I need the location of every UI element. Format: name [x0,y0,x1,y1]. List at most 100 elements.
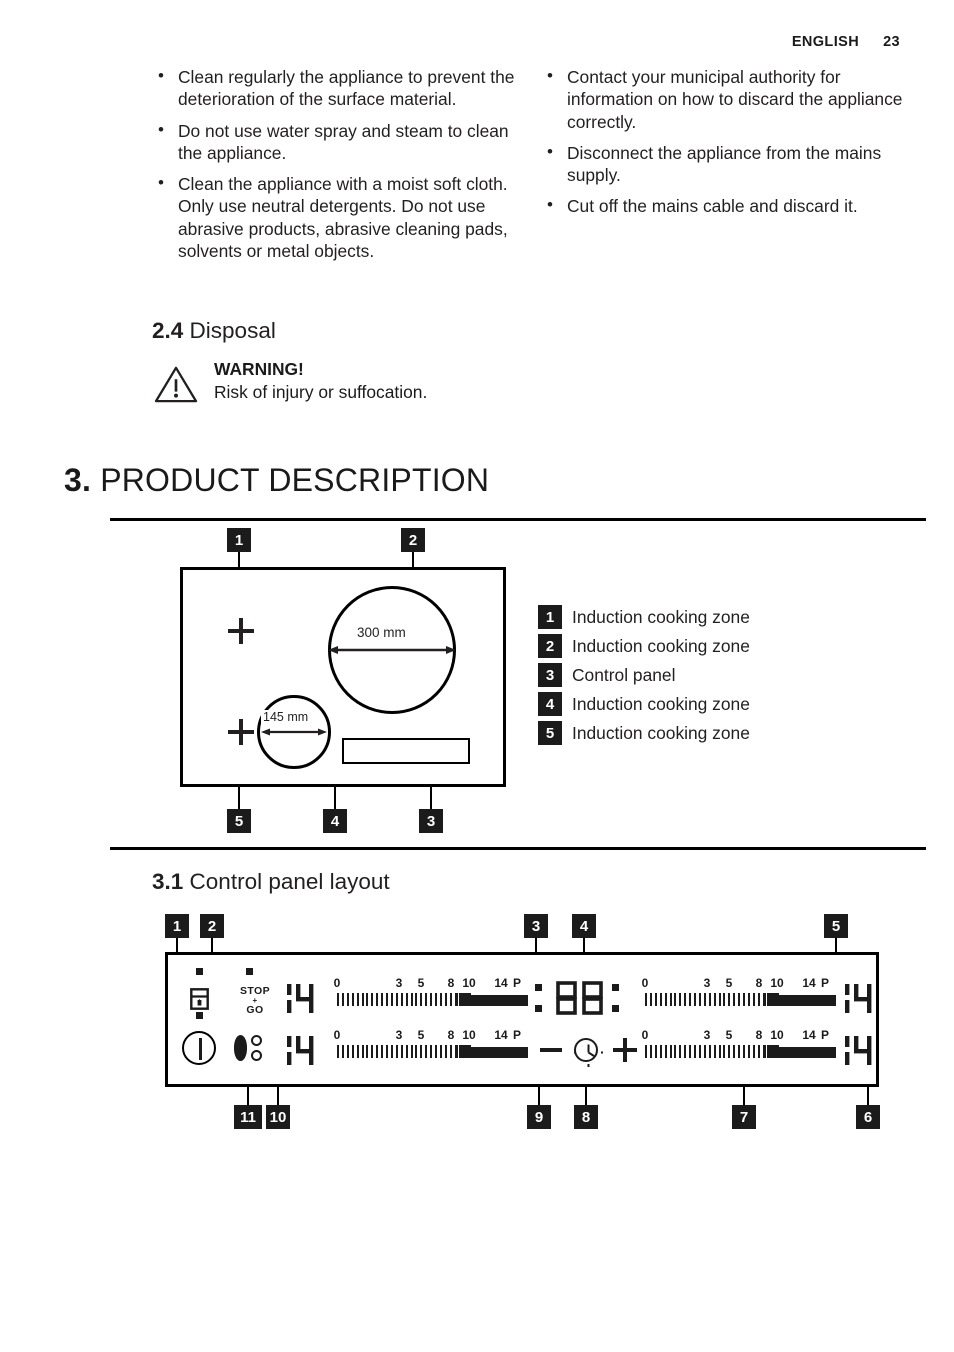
list-item: Disconnect the appliance from the mains … [541,141,904,187]
heat-slider-bottom-left[interactable]: 0 3 5 8 10 14 P [330,1029,530,1065]
legend-row-5: 5 Induction cooking zone [538,721,750,745]
timer-indicator-br [612,1005,619,1012]
control-panel-outline: STOP + GO 0 3 5 8 10 14 P 0 3 5 8 10 14 … [165,952,879,1087]
hob-legend: 1 Induction cooking zone 2 Induction coo… [538,605,750,750]
list-item: Clean regularly the appliance to prevent… [152,65,515,111]
slider-tick-label: 3 [703,1028,711,1042]
dimension-arrow-300 [328,646,456,654]
slider-tick-label: 14 [802,976,816,990]
heat-slider-bottom-right[interactable]: 0 3 5 8 10 14 P [638,1029,838,1065]
cp-callout-7: 7 [732,1105,756,1129]
control-panel-section-number: 3.1 [152,869,184,894]
divider-top [110,518,926,521]
page-header: ENGLISH 23 [792,34,900,50]
control-panel-section-title: Control panel layout [189,869,390,894]
slider-tick-label: P [512,976,522,990]
stop-go-button[interactable]: STOP + GO [231,986,279,1015]
legend-number-4: 4 [538,692,562,716]
power-icon[interactable] [182,1031,216,1065]
body-columns: Clean regularly the appliance to prevent… [152,65,904,271]
cp-callout-8: 8 [574,1105,598,1129]
disposal-section-heading: 2.4 Disposal [152,318,276,344]
slider-tick-label: 5 [417,1028,425,1042]
warning-text-block: WARNING! Risk of injury or suffocation. [214,358,427,403]
heat-setting-display-top-left [287,984,314,1013]
slider-filled-bar [471,995,528,1006]
header-language: ENGLISH [791,34,860,50]
slider-filled-bar [779,1047,836,1058]
timer-indicator-tl [535,984,542,991]
heat-slider-top-right[interactable]: 0 3 5 8 10 14 P [638,977,838,1013]
legend-label-2: Induction cooking zone [572,635,750,656]
disposal-bullet-list: Contact your municipal authority for inf… [541,65,904,218]
timer-plus-button[interactable] [613,1038,637,1062]
timer-digits-88 [556,981,603,1015]
slider-tick-label: 10 [462,1028,476,1042]
slider-tick-label: 8 [755,976,763,990]
cp-callout-1: 1 [165,914,189,938]
clock-icon-hands [574,1044,603,1067]
slider-tick-label: 5 [725,1028,733,1042]
slider-tick-label: 8 [755,1028,763,1042]
legend-number-2: 2 [538,634,562,658]
lock-icon[interactable] [190,988,209,1010]
slider-tick-label: P [820,976,830,990]
warning-triangle-icon [154,366,198,403]
legend-label-1: Induction cooking zone [572,606,750,627]
page-title: 3. PRODUCT DESCRIPTION [64,462,489,499]
warning-block: WARNING! Risk of injury or suffocation. [152,358,427,404]
dimension-arrow-145 [261,728,327,736]
stop-go-label-2: GO [246,1003,264,1016]
slider-filled-bar [471,1047,528,1058]
indicator-square-lock [196,968,203,975]
slider-tick-label: 14 [494,976,508,990]
indicator-square-power [196,1012,203,1019]
warning-title: WARNING! [214,359,304,379]
zone-select-circle-top [251,1035,262,1046]
dimension-label-300: 300 mm [355,625,408,640]
header-page-number: 23 [883,34,900,50]
dimension-label-145: 145 mm [261,710,311,724]
slider-tick-label: 10 [770,976,784,990]
slider-tick-label: 0 [333,976,341,990]
hob-callout-1: 1 [227,528,251,552]
slider-tick-label: 14 [494,1028,508,1042]
cp-callout-11: 11 [234,1105,262,1129]
disposal-section-title: Disposal [189,318,276,343]
cooking-zone-1-marker [228,618,254,644]
timer-minus-button[interactable] [540,1048,562,1052]
cp-callout-10: 10 [266,1105,290,1129]
list-item: Contact your municipal authority for inf… [541,65,904,133]
slider-tick-label: 10 [770,1028,784,1042]
slider-tick-label: 8 [447,1028,455,1042]
heat-setting-display-top-right [845,984,872,1013]
timer-indicator-bl [535,1005,542,1012]
page-title-number: 3. [64,462,92,498]
slider-tick-label: 3 [703,976,711,990]
slider-tick-label: 3 [395,976,403,990]
slider-tick-label: 0 [641,1028,649,1042]
hob-callout-5: 5 [227,809,251,833]
heat-slider-top-left[interactable]: 0 3 5 8 10 14 P [330,977,530,1013]
slider-tick-label: 10 [462,976,476,990]
legend-number-1: 1 [538,605,562,629]
cp-callout-3: 3 [524,914,548,938]
slider-tick-label: 3 [395,1028,403,1042]
cooking-zone-5-marker [228,719,254,745]
indicator-square-stop-go [246,968,253,975]
left-column: Clean regularly the appliance to prevent… [152,65,515,271]
slider-tick-label: 14 [802,1028,816,1042]
cp-callout-9: 9 [527,1105,551,1129]
warning-description: Risk of injury or suffocation. [214,381,428,402]
right-column: Contact your municipal authority for inf… [541,65,904,271]
slider-tick-label: 0 [641,976,649,990]
slider-tick-label: 5 [417,976,425,990]
zone-select-icon[interactable] [234,1033,264,1063]
cp-callout-2: 2 [200,914,224,938]
heat-setting-display-bottom-left [287,1036,314,1065]
divider-bottom [110,847,926,850]
cleaning-bullet-list: Clean regularly the appliance to prevent… [152,65,515,262]
legend-number-3: 3 [538,663,562,687]
slider-tick-label: 0 [333,1028,341,1042]
hob-outline: 300 mm 145 mm [180,567,506,787]
